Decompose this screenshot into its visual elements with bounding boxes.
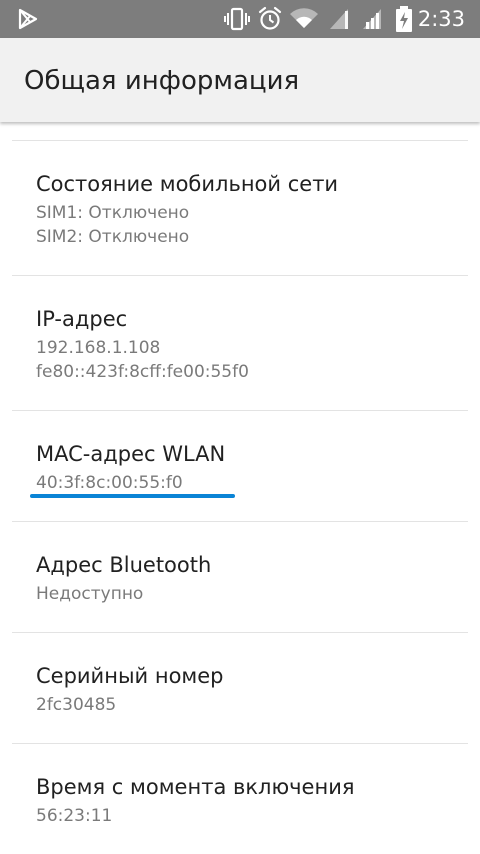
item-summary-line: 40:3f:8c:00:55:f0 bbox=[36, 473, 183, 493]
vibrate-icon bbox=[224, 7, 250, 31]
item-title: MAC-адрес WLAN bbox=[36, 442, 226, 466]
list-item-wlan-mac-address[interactable]: MAC-адрес WLAN 40:3f:8c:00:55:f0 bbox=[0, 411, 480, 521]
page-title: Общая информация bbox=[24, 66, 300, 96]
item-title: Состояние мобильной сети bbox=[36, 172, 339, 196]
item-title: Адрес Bluetooth bbox=[36, 553, 212, 577]
action-bar: Общая информация bbox=[0, 38, 480, 122]
list-item-uptime[interactable]: Время с момента включения 56:23:11 bbox=[0, 744, 480, 854]
list-item-mobile-network-status[interactable]: Состояние мобильной сети SIM1: Отключено… bbox=[0, 141, 480, 275]
signal-sim1-icon bbox=[330, 9, 348, 29]
wifi-icon bbox=[290, 8, 318, 29]
alarm-icon bbox=[258, 6, 282, 30]
list-item-bluetooth-address[interactable]: Адрес Bluetooth Недоступно bbox=[0, 522, 480, 632]
item-summary-line: 56:23:11 bbox=[36, 806, 113, 826]
status-time: 2:33 bbox=[417, 7, 465, 31]
info-list[interactable]: Состояние мобильной сети SIM1: Отключено… bbox=[0, 122, 480, 854]
item-summary-line: 2fc30485 bbox=[36, 695, 117, 715]
item-summary-line: SIM2: Отключено bbox=[36, 227, 190, 247]
item-summary-line: SIM1: Отключено bbox=[36, 203, 190, 223]
list-item-ip-address[interactable]: IP-адрес 192.168.1.108 fe80::423f:8cff:f… bbox=[0, 276, 480, 410]
battery-charging-icon bbox=[396, 6, 412, 32]
item-summary-line: Недоступно bbox=[36, 584, 144, 604]
item-title: Серийный номер bbox=[36, 664, 224, 688]
status-bar: 2:33 bbox=[0, 0, 480, 38]
list-item-serial-number[interactable]: Серийный номер 2fc30485 bbox=[0, 633, 480, 743]
item-summary-line: fe80::423f:8cff:fe00:55f0 bbox=[36, 362, 249, 382]
signal-sim2-icon bbox=[363, 9, 381, 29]
item-title: IP-адрес bbox=[36, 307, 128, 331]
item-summary-line: 192.168.1.108 bbox=[36, 338, 161, 358]
play-store-icon bbox=[18, 8, 38, 30]
highlight-underline bbox=[30, 494, 235, 498]
item-title: Время с момента включения bbox=[36, 775, 355, 799]
